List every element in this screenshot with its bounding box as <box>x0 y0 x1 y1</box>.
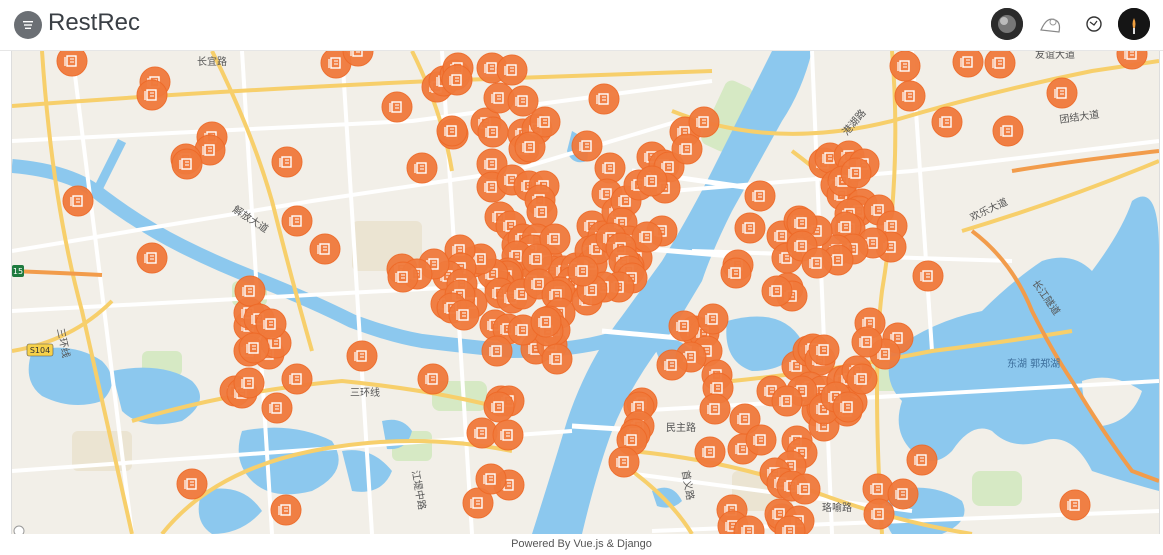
restaurant-marker[interactable] <box>588 83 620 115</box>
restaurant-marker[interactable] <box>594 152 626 184</box>
map-zoom-control[interactable] <box>12 525 26 534</box>
restaurant-marker[interactable] <box>496 54 528 86</box>
footer-credit: Powered By Vue.js & Django <box>511 538 652 550</box>
svg-text:S104: S104 <box>30 346 50 355</box>
restaurant-marker[interactable] <box>436 115 468 147</box>
restaurant-marker[interactable] <box>887 478 919 510</box>
restaurant-marker[interactable] <box>441 64 473 96</box>
restaurant-marker[interactable] <box>889 51 921 82</box>
restaurant-marker[interactable] <box>466 417 498 449</box>
label-minzhu: 民主路 <box>666 421 696 434</box>
restaurant-marker[interactable] <box>481 335 513 367</box>
restaurant-marker[interactable] <box>832 391 864 423</box>
restaurant-marker[interactable] <box>56 51 88 77</box>
restaurant-marker[interactable] <box>514 131 546 163</box>
restaurant-marker[interactable] <box>992 115 1024 147</box>
restaurant-map[interactable]: 长宜路 解放大道 友谊大道 团结大道 欢乐大道 港湖路 三环线 三环线 民主路 … <box>11 51 1160 534</box>
restaurant-marker[interactable] <box>417 363 449 395</box>
restaurant-marker[interactable] <box>840 157 872 189</box>
restaurant-marker[interactable] <box>931 106 963 138</box>
restaurant-marker[interactable] <box>656 349 688 381</box>
restaurant-marker[interactable] <box>906 444 938 476</box>
restaurant-marker[interactable] <box>541 343 573 375</box>
restaurant-marker[interactable] <box>281 205 313 237</box>
restaurant-marker[interactable] <box>671 133 703 165</box>
label-sanhuan2: 三环线 <box>350 386 380 399</box>
restaurant-marker[interactable] <box>176 468 208 500</box>
restaurant-marker[interactable] <box>530 306 562 338</box>
restaurant-marker[interactable] <box>720 257 752 289</box>
road-shield-s104: S104 <box>26 343 54 357</box>
restaurant-marker[interactable] <box>136 242 168 274</box>
restaurant-marker[interactable] <box>406 152 438 184</box>
restaurant-marker[interactable] <box>233 367 265 399</box>
menu-button[interactable] <box>14 11 42 39</box>
restaurant-marker[interactable] <box>699 393 731 425</box>
top-navigation-bar: RestRec <box>0 0 1163 51</box>
restaurant-marker[interactable] <box>636 165 668 197</box>
restaurant-marker[interactable] <box>270 494 302 526</box>
restaurant-marker[interactable] <box>608 446 640 478</box>
restaurant-marker[interactable] <box>744 180 776 212</box>
avatar-dark-photo[interactable] <box>991 8 1023 40</box>
restaurant-marker[interactable] <box>846 363 878 395</box>
restaurant-marker[interactable] <box>387 261 419 293</box>
restaurant-marker[interactable] <box>346 340 378 372</box>
restaurant-marker[interactable] <box>1046 77 1078 109</box>
restaurant-marker[interactable] <box>261 392 293 424</box>
road-shield-15: 15 <box>12 265 24 277</box>
restaurant-marker[interactable] <box>801 247 833 279</box>
restaurant-marker[interactable] <box>771 385 803 417</box>
restaurant-marker[interactable] <box>238 332 270 364</box>
restaurant-marker[interactable] <box>789 473 821 505</box>
restaurant-marker[interactable] <box>952 51 984 78</box>
restaurant-marker[interactable] <box>851 326 883 358</box>
restaurant-marker[interactable] <box>234 275 266 307</box>
restaurant-marker[interactable] <box>912 260 944 292</box>
restaurant-marker[interactable] <box>761 275 793 307</box>
restaurant-marker[interactable] <box>984 51 1016 79</box>
restaurant-marker[interactable] <box>894 80 926 112</box>
restaurant-marker[interactable] <box>271 146 303 178</box>
restaurant-marker[interactable] <box>136 79 168 111</box>
label-luoyu: 珞喻路 <box>822 501 852 514</box>
restaurant-marker[interactable] <box>1059 489 1091 521</box>
restaurant-marker[interactable] <box>448 299 480 331</box>
restaurant-marker[interactable] <box>745 424 777 456</box>
restaurant-marker[interactable] <box>492 419 524 451</box>
restaurant-marker[interactable] <box>571 130 603 162</box>
label-donghu: 东湖 郭郑湖 <box>1007 357 1060 370</box>
restaurant-marker[interactable] <box>734 212 766 244</box>
restaurant-marker[interactable] <box>309 233 341 265</box>
restaurant-marker[interactable] <box>694 436 726 468</box>
label-changyi: 长宜路 <box>197 55 227 68</box>
map-canvas[interactable]: 长宜路 解放大道 友谊大道 团结大道 欢乐大道 港湖路 三环线 三环线 民主路 … <box>12 51 1159 534</box>
avatar-user[interactable] <box>1118 8 1150 40</box>
avatar-outline-icon[interactable] <box>1078 8 1110 40</box>
avatar-sketch[interactable] <box>1035 8 1067 40</box>
restaurant-marker[interactable] <box>808 334 840 366</box>
restaurant-marker[interactable] <box>631 221 663 253</box>
restaurant-marker[interactable] <box>697 303 729 335</box>
restaurant-marker[interactable] <box>688 106 720 138</box>
restaurant-marker[interactable] <box>863 498 895 530</box>
restaurant-marker[interactable] <box>281 363 313 395</box>
restaurant-marker[interactable] <box>668 310 700 342</box>
label-youyi: 友谊大道 <box>1035 51 1075 61</box>
restaurant-marker[interactable] <box>477 116 509 148</box>
restaurant-marker[interactable] <box>483 391 515 423</box>
restaurant-marker[interactable] <box>475 463 507 495</box>
app-title[interactable]: RestRec <box>48 9 140 37</box>
restaurant-marker[interactable] <box>171 148 203 180</box>
restaurant-marker[interactable] <box>62 185 94 217</box>
restaurant-marker[interactable] <box>526 196 558 228</box>
restaurant-marker[interactable] <box>567 255 599 287</box>
restaurant-marker[interactable] <box>381 91 413 123</box>
menu-icon <box>23 21 33 29</box>
restaurant-marker[interactable] <box>507 85 539 117</box>
svg-text:15: 15 <box>13 267 23 276</box>
